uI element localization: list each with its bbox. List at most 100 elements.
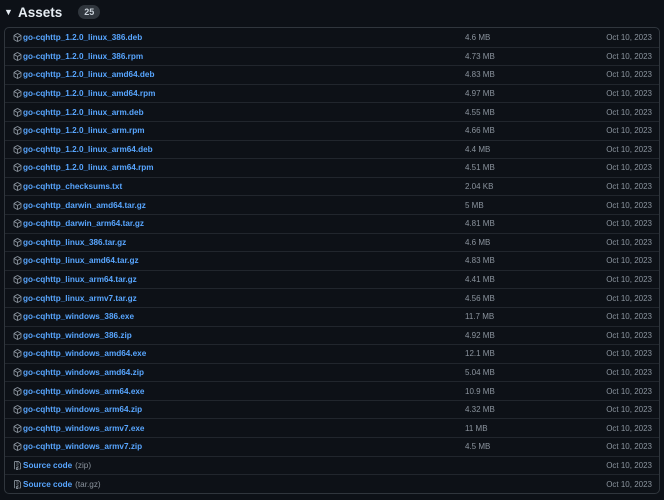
asset-name-cell: go-cqhttp_1.2.0_linux_amd64.deb xyxy=(5,70,463,79)
asset-download-link[interactable]: go-cqhttp_1.2.0_linux_386.rpm xyxy=(23,52,143,61)
asset-format-label[interactable]: (zip) xyxy=(75,461,91,470)
asset-name-cell: go-cqhttp_linux_386.tar.gz xyxy=(5,238,463,247)
asset-date: Oct 10, 2023 xyxy=(606,293,652,303)
asset-name-cell: go-cqhttp_darwin_arm64.tar.gz xyxy=(5,219,463,228)
asset-row: go-cqhttp_linux_386.tar.gz 4.6 MB Oct 10, … xyxy=(5,232,659,252)
asset-download-link[interactable]: Source code xyxy=(23,480,72,489)
asset-row: go-cqhttp_1.2.0_linux_arm64.rpm 4.51 MB Oc… xyxy=(5,158,659,177)
asset-download-link[interactable]: Source code xyxy=(23,461,72,470)
asset-download-link[interactable]: go-cqhttp_windows_arm64.exe xyxy=(23,387,144,396)
asset-size: 4.81 MB xyxy=(465,219,495,229)
asset-name-cell: go-cqhttp_checksums.txt xyxy=(5,182,463,191)
asset-download-link[interactable]: go-cqhttp_windows_amd64.exe xyxy=(23,349,146,358)
package-icon xyxy=(13,89,22,98)
asset-row: go-cqhttp_windows_amd64.exe 12.1 MB Oct 10… xyxy=(5,344,659,363)
asset-download-link[interactable]: go-cqhttp_darwin_amd64.tar.gz xyxy=(23,201,146,210)
asset-date: Oct 10, 2023 xyxy=(606,70,652,80)
asset-name-cell: go-cqhttp_1.2.0_linux_386.rpm xyxy=(5,52,463,61)
package-icon xyxy=(13,405,22,415)
asset-name-cell: go-cqhttp_linux_arm64.tar.gz xyxy=(5,275,463,284)
asset-download-link[interactable]: go-cqhttp_darwin_arm64.tar.gz xyxy=(23,219,144,228)
asset-date: Oct 10, 2023 xyxy=(606,32,652,42)
asset-download-link[interactable]: go-cqhttp_1.2.0_linux_amd64.rpm xyxy=(23,89,155,98)
asset-row: Source code (zip) Oct 10, 2023 xyxy=(5,455,659,475)
asset-row: go-cqhttp_1.2.0_linux_386.rpm 4.73 MB Oct … xyxy=(5,46,659,66)
asset-name-cell: go-cqhttp_windows_armv7.exe xyxy=(5,424,463,433)
asset-download-link[interactable]: go-cqhttp_linux_arm64.tar.gz xyxy=(23,275,137,284)
asset-size: 10.9 MB xyxy=(465,386,495,396)
assets-title[interactable]: Assets xyxy=(18,5,62,20)
asset-row: go-cqhttp_1.2.0_linux_amd64.rpm 4.97 MB Oc… xyxy=(5,83,659,103)
asset-date: Oct 10, 2023 xyxy=(606,89,652,99)
asset-size: 4.6 MB xyxy=(465,32,491,42)
package-icon xyxy=(13,126,22,136)
asset-download-link[interactable]: go-cqhttp_windows_armv7.zip xyxy=(23,442,142,451)
asset-download-link[interactable]: go-cqhttp_windows_armv7.exe xyxy=(23,424,144,433)
asset-name-cell: go-cqhttp_windows_386.zip xyxy=(5,331,463,340)
asset-date: Oct 10, 2023 xyxy=(606,386,652,396)
asset-date: Oct 10, 2023 xyxy=(606,479,652,489)
asset-row: go-cqhttp_darwin_amd64.tar.gz 5 MB Oct 10,… xyxy=(5,195,659,214)
asset-date: Oct 10, 2023 xyxy=(606,367,652,377)
asset-download-link[interactable]: go-cqhttp_1.2.0_linux_386.deb xyxy=(23,33,142,42)
asset-date: Oct 10, 2023 xyxy=(606,330,652,340)
asset-download-link[interactable]: go-cqhttp_1.2.0_linux_arm64.deb xyxy=(23,145,153,154)
package-icon xyxy=(13,163,22,173)
asset-row: go-cqhttp_linux_armv7.tar.gz 4.56 MB Oct 1… xyxy=(5,288,659,307)
asset-name-cell: go-cqhttp_1.2.0_linux_arm.rpm xyxy=(5,126,463,135)
asset-row: go-cqhttp_windows_386.zip 4.92 MB Oct 10, … xyxy=(5,325,659,345)
asset-date: Oct 10, 2023 xyxy=(606,182,652,192)
asset-size: 4.55 MB xyxy=(465,107,495,117)
asset-format-label[interactable]: (tar.gz) xyxy=(75,480,100,489)
asset-name-cell: go-cqhttp_1.2.0_linux_386.deb xyxy=(5,33,463,42)
asset-size: 11.7 MB xyxy=(465,312,495,322)
file-zip-icon xyxy=(13,460,22,470)
asset-date: Oct 10, 2023 xyxy=(606,51,652,61)
asset-download-link[interactable]: go-cqhttp_checksums.txt xyxy=(23,182,122,191)
asset-date: Oct 10, 2023 xyxy=(606,256,652,266)
asset-date: Oct 10, 2023 xyxy=(606,126,652,136)
asset-name-cell: go-cqhttp_windows_arm64.zip xyxy=(5,405,463,414)
asset-download-link[interactable]: go-cqhttp_linux_armv7.tar.gz xyxy=(23,294,137,303)
asset-name-cell: go-cqhttp_darwin_amd64.tar.gz xyxy=(5,201,463,210)
asset-download-link[interactable]: go-cqhttp_windows_386.zip xyxy=(23,331,132,340)
asset-size: 5.04 MB xyxy=(465,367,495,377)
package-icon xyxy=(13,200,22,210)
asset-size: 2.04 KB xyxy=(465,182,494,192)
asset-row: go-cqhttp_1.2.0_linux_arm64.deb 4.4 MB Oct… xyxy=(5,139,659,159)
asset-download-link[interactable]: go-cqhttp_1.2.0_linux_arm64.rpm xyxy=(23,163,154,172)
asset-download-link[interactable]: go-cqhttp_1.2.0_linux_arm.rpm xyxy=(23,126,144,135)
asset-download-link[interactable]: go-cqhttp_1.2.0_linux_arm.deb xyxy=(23,108,144,117)
asset-size: 5 MB xyxy=(465,200,484,210)
asset-download-link[interactable]: go-cqhttp_windows_amd64.zip xyxy=(23,368,144,377)
asset-row: go-cqhttp_windows_amd64.zip 5.04 MB Oct 10… xyxy=(5,362,659,382)
asset-date: Oct 10, 2023 xyxy=(606,200,652,210)
asset-download-link[interactable]: go-cqhttp_windows_arm64.zip xyxy=(23,405,142,414)
asset-row: go-cqhttp_windows_armv7.zip 4.5 MB Oct 10,… xyxy=(5,437,659,456)
asset-size: 12.1 MB xyxy=(465,349,495,359)
package-icon xyxy=(13,275,22,284)
package-icon xyxy=(13,70,22,80)
package-icon xyxy=(13,219,22,229)
assets-header[interactable]: ▼ Assets 25 xyxy=(0,0,664,24)
package-icon xyxy=(13,107,22,117)
asset-name-cell: go-cqhttp_1.2.0_linux_arm.deb xyxy=(5,108,463,117)
asset-date: Oct 10, 2023 xyxy=(606,163,652,173)
asset-row: go-cqhttp_darwin_arm64.tar.gz 4.81 MB Oct … xyxy=(5,213,659,233)
asset-download-link[interactable]: go-cqhttp_windows_386.exe xyxy=(23,312,134,321)
asset-size: 4.83 MB xyxy=(465,256,495,266)
asset-size: 11 MB xyxy=(465,423,488,433)
asset-name-cell: Source code (tar.gz) xyxy=(5,479,463,489)
asset-date: Oct 10, 2023 xyxy=(606,405,652,415)
asset-download-link[interactable]: go-cqhttp_linux_386.tar.gz xyxy=(23,238,126,247)
asset-row: go-cqhttp_1.2.0_linux_arm.deb 4.55 MB Oct … xyxy=(5,102,659,121)
asset-download-link[interactable]: go-cqhttp_linux_amd64.tar.gz xyxy=(23,256,139,265)
package-icon xyxy=(13,51,22,61)
asset-date: Oct 10, 2023 xyxy=(606,349,652,359)
asset-download-link[interactable]: go-cqhttp_1.2.0_linux_amd64.deb xyxy=(23,70,155,79)
asset-name-cell: go-cqhttp_windows_amd64.zip xyxy=(5,368,463,377)
asset-size: 4.97 MB xyxy=(465,89,495,99)
caret-down-icon[interactable]: ▼ xyxy=(4,7,13,17)
asset-date: Oct 10, 2023 xyxy=(606,237,652,247)
asset-name-cell: go-cqhttp_1.2.0_linux_arm64.deb xyxy=(5,145,463,154)
